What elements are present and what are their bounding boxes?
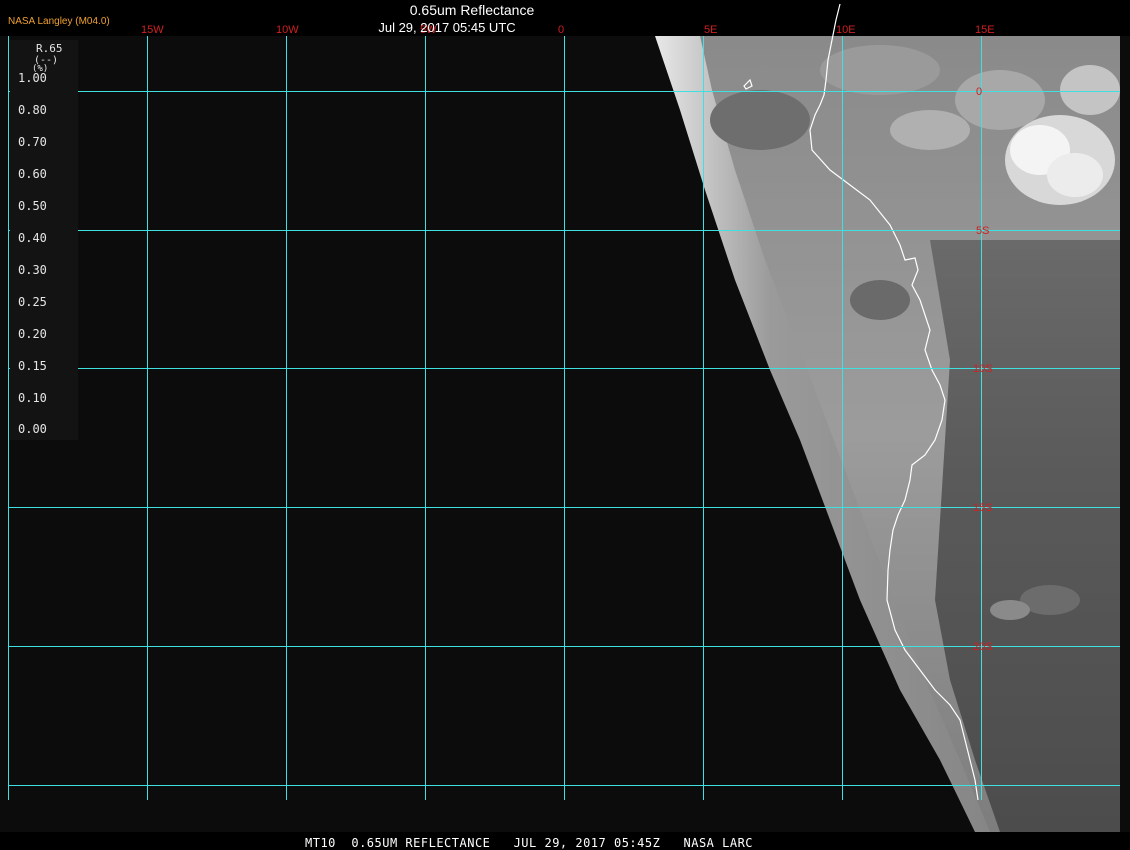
lon-label-15w: 15W bbox=[141, 24, 164, 36]
legend-tick: 0.10 bbox=[18, 391, 47, 405]
lon-label-0: 0 bbox=[558, 24, 564, 36]
image-title: 0.65um Reflectance bbox=[409, 2, 535, 18]
lon-label-15e: 15E bbox=[975, 24, 995, 36]
legend-tick: 0.15 bbox=[18, 359, 47, 373]
image-timestamp: Jul 29, 2017 05:45 UTC bbox=[378, 20, 516, 35]
lat-label-10s: 10S bbox=[973, 363, 993, 375]
lat-label-15s: 15S bbox=[973, 502, 993, 514]
lat-label-0: 0 bbox=[976, 86, 982, 98]
legend-tick: 0.30 bbox=[18, 263, 47, 277]
legend-unit: (--) bbox=[34, 55, 59, 66]
legend-tick: 0.50 bbox=[18, 199, 47, 213]
legend-tick: 0.25 bbox=[18, 295, 47, 309]
legend-variable-name: R.65 bbox=[36, 42, 63, 55]
lon-label-10e: 10E bbox=[836, 24, 856, 36]
lat-label-20s: 20S bbox=[973, 641, 993, 653]
longitude-labels: 15W 10W 5W 0 5E 10E 15E bbox=[141, 24, 995, 36]
legend-tick: 0.60 bbox=[18, 167, 47, 181]
lon-label-10w: 10W bbox=[276, 24, 299, 36]
legend-tick: 0.40 bbox=[18, 231, 47, 245]
legend-tick: 0.20 bbox=[18, 327, 47, 341]
satellite-map: 15W 10W 5W 0 5E 10E 15E 0 5S 10S 15S 20S bbox=[0, 3, 1130, 832]
agency-label: NASA Langley (M04.0) bbox=[8, 16, 110, 27]
legend-tick: 0.70 bbox=[18, 135, 47, 149]
legend-tick: 0.00 bbox=[18, 422, 47, 436]
lon-label-5e: 5E bbox=[704, 24, 717, 36]
satellite-image-viewer: 15W 10W 5W 0 5E 10E 15E 0 5S 10S 15S 20S… bbox=[0, 0, 1130, 850]
legend-tick: 0.80 bbox=[18, 103, 47, 117]
image-caption: MT10 0.65UM REFLECTANCE JUL 29, 2017 05:… bbox=[305, 836, 754, 850]
lat-label-5s: 5S bbox=[976, 225, 989, 237]
legend-tick: 1.00 bbox=[18, 71, 47, 85]
